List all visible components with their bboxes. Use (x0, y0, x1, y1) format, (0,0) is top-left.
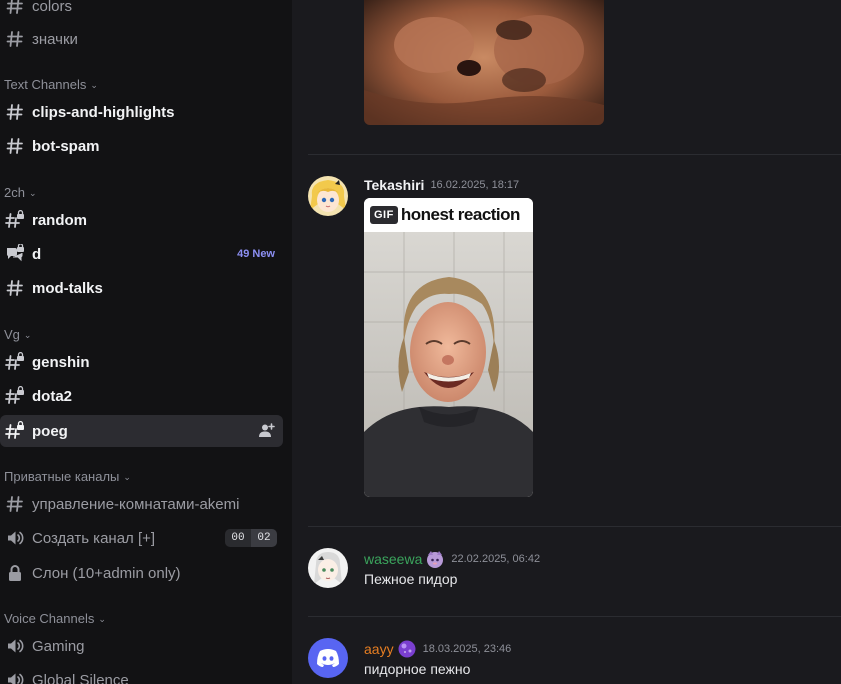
category-label: 2ch (4, 185, 25, 200)
avatar[interactable] (308, 638, 348, 678)
channel-label: bot-spam (32, 137, 100, 155)
category-text-channels[interactable]: Text Channels ⌄ (4, 77, 98, 92)
channel-znachki[interactable]: значки (0, 23, 283, 55)
user-limit-counter: 00 02 (225, 529, 277, 547)
channel-d[interactable]: d 49 New (0, 238, 283, 270)
chevron-down-icon: ⌄ (23, 330, 32, 340)
channel-gaming[interactable]: Gaming (0, 630, 283, 662)
timestamp: 22.02.2025, 06:42 (451, 553, 541, 565)
message-content: пидорное пежно (364, 661, 471, 677)
message-divider (308, 616, 841, 617)
locked-hash-icon (5, 421, 25, 441)
gif-attachment[interactable]: GIF honest reaction (364, 198, 533, 497)
gif-caption-bar: GIF honest reaction (364, 198, 533, 232)
category-label: Приватные каналы (4, 469, 120, 484)
channel-label: Gaming (32, 637, 85, 655)
channel-upravlenie-komnatami-akemi[interactable]: управление-комнатами-akemi (0, 488, 283, 520)
hash-icon (5, 102, 25, 122)
message-header: Tekashiri 16.02.2025, 18:17 (364, 177, 519, 193)
blurry-face-image (364, 0, 604, 125)
create-invite-icon[interactable] (257, 422, 275, 440)
channel-label: Создать канал [+] (32, 529, 156, 547)
speaker-icon (5, 528, 25, 548)
channel-label: poeg (32, 422, 68, 440)
channel-label: управление-комнатами-akemi (32, 495, 240, 513)
channel-label: colors (32, 0, 73, 15)
message-header: waseewa 22.02.2025, 06:42 (364, 549, 540, 569)
username[interactable]: Tekashiri (364, 177, 424, 193)
channel-slon[interactable]: Слон (10+admin only) (0, 557, 283, 589)
message-content: Пежное пидор (364, 571, 458, 587)
category-private-channels[interactable]: Приватные каналы ⌄ (4, 469, 131, 484)
channel-label: Global Silence (32, 671, 129, 684)
username[interactable]: waseewa (364, 551, 422, 567)
category-voice-channels[interactable]: Voice Channels ⌄ (4, 611, 106, 626)
locked-forum-icon (5, 244, 25, 264)
gif-caption: honest reaction (400, 205, 521, 224)
channel-create-channel[interactable]: Создать канал [+] 00 02 (0, 522, 283, 554)
current-users-count: 00 (225, 529, 251, 547)
chevron-down-icon: ⌄ (123, 472, 131, 482)
channel-mod-talks[interactable]: mod-talks (0, 272, 283, 304)
message-divider (308, 154, 841, 155)
channel-label: значки (32, 30, 78, 48)
hash-icon (5, 29, 25, 49)
laughing-man-image (364, 232, 533, 497)
timestamp: 18.03.2025, 23:46 (422, 643, 512, 655)
channel-label: mod-talks (32, 279, 103, 297)
category-label: Voice Channels (4, 611, 95, 626)
user-limit-count: 02 (251, 529, 277, 547)
category-label: Vg (4, 327, 20, 342)
gif-badge: GIF (370, 206, 398, 224)
chevron-down-icon: ⌄ (28, 188, 37, 198)
new-messages-badge: 49 New (237, 248, 275, 260)
locked-hash-icon (5, 352, 25, 372)
channel-label: dota2 (32, 387, 73, 405)
avatar[interactable] (308, 176, 348, 216)
channel-bot-spam[interactable]: bot-spam (0, 130, 283, 162)
app-window: colors значки Text Channels ⌄ clips-and-… (0, 0, 841, 684)
timestamp: 16.02.2025, 18:17 (430, 179, 520, 191)
hash-icon (5, 278, 25, 298)
purple-orb-role-icon (397, 639, 417, 659)
channel-sidebar: colors значки Text Channels ⌄ clips-and-… (0, 0, 292, 684)
chat-messages: Tekashiri 16.02.2025, 18:17 GIF honest r… (292, 0, 841, 684)
hash-icon (5, 136, 25, 156)
channel-dota2[interactable]: dota2 (0, 380, 283, 412)
channel-genshin[interactable]: genshin (0, 346, 283, 378)
hash-icon (5, 494, 25, 514)
message-header: aayy 18.03.2025, 23:46 (364, 639, 511, 659)
category-vg[interactable]: Vg ⌄ (4, 327, 31, 342)
speaker-icon (5, 670, 25, 684)
channel-label: genshin (32, 353, 90, 371)
chevron-down-icon: ⌄ (90, 80, 98, 90)
category-label: Text Channels (4, 77, 87, 92)
message-divider (308, 526, 841, 527)
channel-label: clips-and-highlights (32, 103, 175, 121)
channel-label: d (32, 245, 42, 263)
role-badge-icon (425, 549, 445, 569)
channel-poeg[interactable]: poeg (0, 415, 283, 447)
hash-icon (5, 0, 25, 16)
locked-hash-icon (5, 210, 25, 230)
channel-clips-and-highlights[interactable]: clips-and-highlights (0, 96, 283, 128)
message-image-attachment[interactable] (364, 0, 604, 125)
locked-hash-icon (5, 386, 25, 406)
channel-label: random (32, 211, 88, 229)
avatar[interactable] (308, 548, 348, 588)
chevron-down-icon: ⌄ (98, 614, 106, 624)
channel-random[interactable]: random (0, 204, 283, 236)
username[interactable]: aayy (364, 641, 394, 657)
category-2ch[interactable]: 2ch ⌄ (4, 185, 37, 200)
channel-label: Слон (10+admin only) (32, 564, 181, 582)
lock-icon (5, 563, 25, 583)
channel-global-silence[interactable]: Global Silence (0, 664, 283, 684)
channel-colors[interactable]: colors (0, 0, 283, 22)
speaker-icon (5, 636, 25, 656)
